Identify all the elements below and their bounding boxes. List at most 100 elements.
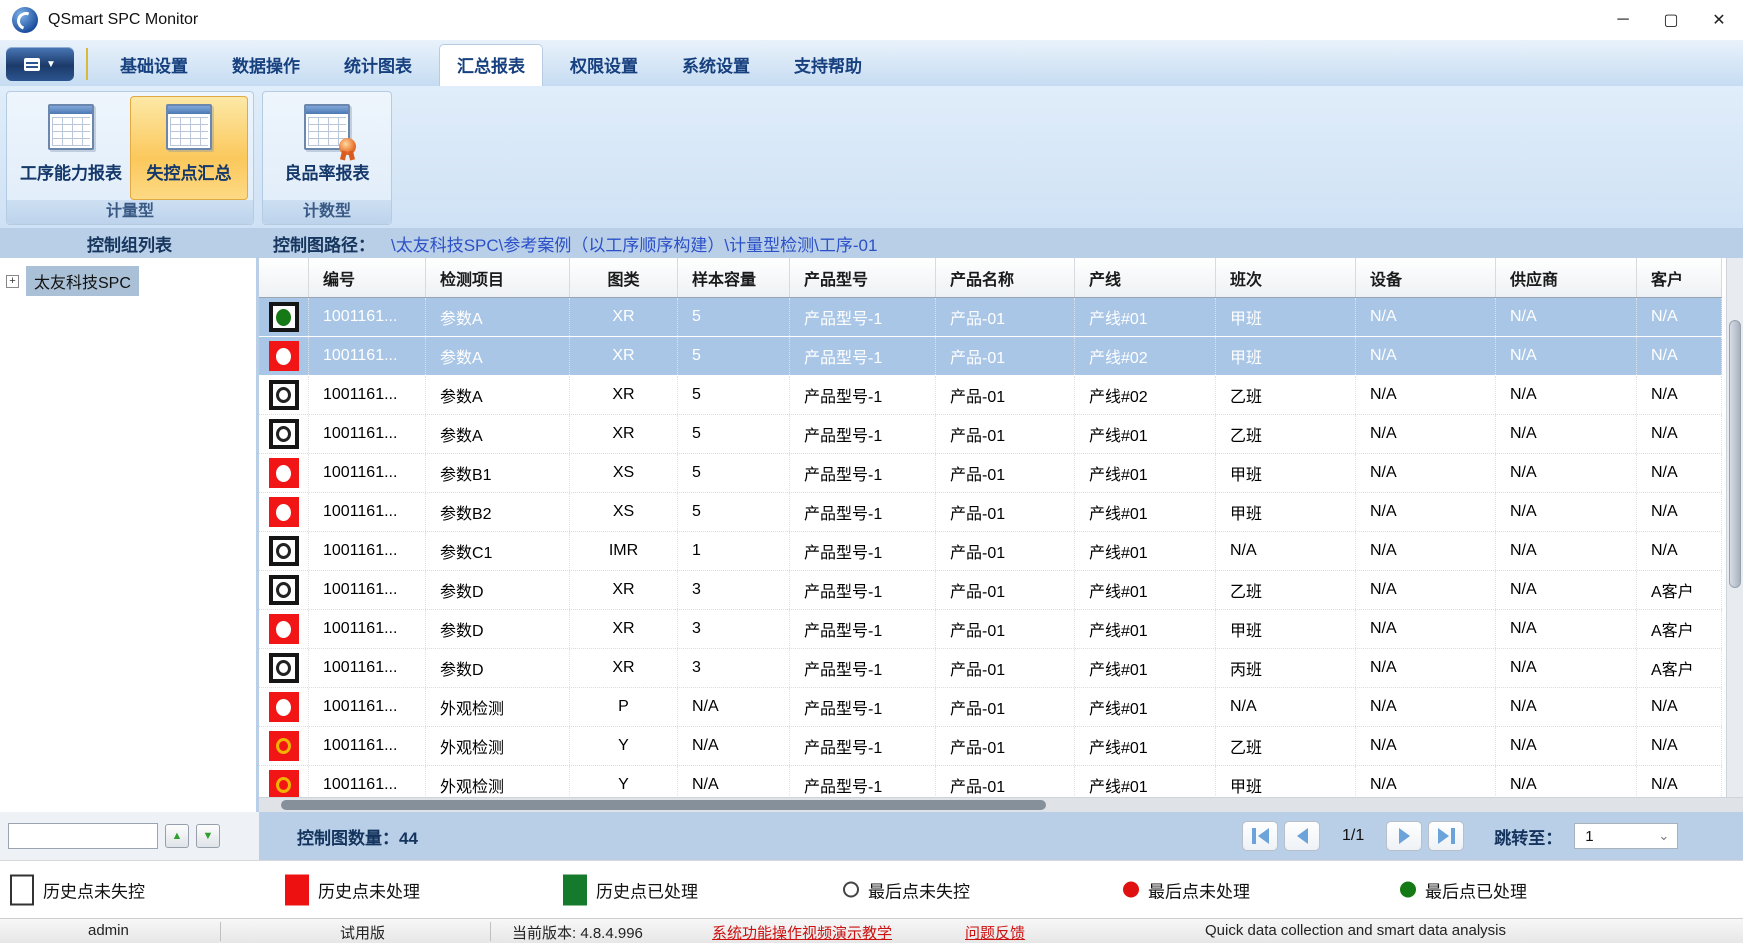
table-row[interactable]: 1001161...外观检测PN/A产品型号-1产品-01产线#01N/AN/A… [259, 688, 1722, 727]
column-header-产品名称[interactable]: 产品名称 [936, 258, 1075, 297]
cell-line: 产线#01 [1075, 454, 1216, 492]
cell-name: 产品-01 [936, 727, 1075, 765]
feedback-link[interactable]: 问题反馈 [965, 922, 1025, 943]
cell-supplier: N/A [1496, 298, 1637, 336]
search-down-button[interactable]: ▼ [196, 824, 220, 848]
video-tutorial-link[interactable]: 系统功能操作视频演示教学 [712, 922, 892, 943]
status-legend: 历史点未失控历史点未处理历史点已处理最后点未失控最后点未处理最后点已处理 [0, 860, 1743, 918]
table-row[interactable]: 1001161...参数C1IMR1产品型号-1产品-01产线#01N/AN/A… [259, 532, 1722, 571]
cell-icon [259, 727, 309, 765]
last-page-button[interactable] [1428, 821, 1464, 851]
maximize-button[interactable]: ▢ [1647, 0, 1695, 40]
table-row[interactable]: 1001161...参数AXR5产品型号-1产品-01产线#01乙班N/AN/A… [259, 415, 1722, 454]
tab-基础设置[interactable]: 基础设置 [103, 45, 205, 86]
cell-id: 1001161... [309, 727, 426, 765]
cell-shift: N/A [1216, 532, 1356, 570]
cell-shift: 乙班 [1216, 376, 1356, 414]
cell-item: 参数A [426, 415, 570, 453]
table-row[interactable]: 1001161...参数AXR5产品型号-1产品-01产线#02甲班N/AN/A… [259, 337, 1722, 376]
next-page-button[interactable] [1386, 821, 1422, 851]
cell-id: 1001161... [309, 610, 426, 648]
spreadsheet-icon [166, 104, 212, 150]
horizontal-scrollbar-thumb[interactable] [281, 800, 1046, 810]
tree-expand-icon[interactable]: + [6, 275, 19, 288]
slogan-text: Quick data collection and smart data ana… [1205, 922, 1506, 939]
ribbon-button-label: 失控点汇总 [147, 159, 232, 184]
column-header-检测项目[interactable]: 检测项目 [426, 258, 570, 297]
cell-device: N/A [1356, 727, 1496, 765]
tab-汇总报表[interactable]: 汇总报表 [439, 44, 543, 86]
cell-id: 1001161... [309, 298, 426, 336]
cell-shift: 甲班 [1216, 766, 1356, 797]
tab-数据操作[interactable]: 数据操作 [215, 45, 317, 86]
cell-shift: 甲班 [1216, 610, 1356, 648]
column-header-客户[interactable]: 客户 [1637, 258, 1722, 297]
app-menu-button[interactable]: ▼ [6, 47, 74, 81]
status-icon-white-hollow [269, 575, 299, 605]
column-header-班次[interactable]: 班次 [1216, 258, 1356, 297]
cell-id: 1001161... [309, 454, 426, 492]
minimize-button[interactable]: ─ [1599, 0, 1647, 40]
status-dot [276, 777, 291, 793]
tree-item-taiyou-spc[interactable]: + 太友科技SPC [0, 266, 256, 296]
ribbon: 工序能力报表失控点汇总计量型良品率报表计数型 [0, 86, 1743, 228]
cell-shift: 乙班 [1216, 415, 1356, 453]
column-header-编号[interactable]: 编号 [309, 258, 426, 297]
cell-id: 1001161... [309, 649, 426, 687]
tab-支持帮助[interactable]: 支持帮助 [777, 45, 879, 86]
status-icon-white-hollow [269, 380, 299, 410]
status-icon-white-hollow [269, 653, 299, 683]
table-body: 1001161...参数AXR5产品型号-1产品-01产线#01甲班N/AN/A… [259, 298, 1722, 797]
cell-line: 产线#01 [1075, 766, 1216, 797]
version-label: 当前版本: 4.8.4.996 [512, 922, 643, 943]
ribbon-button-工序能力报表[interactable]: 工序能力报表 [12, 96, 130, 200]
cell-chart: XR [570, 610, 678, 648]
tree-search-input[interactable] [8, 823, 158, 849]
cell-item: 参数D [426, 610, 570, 648]
first-page-icon [1252, 828, 1256, 844]
table-row[interactable]: 1001161...参数DXR3产品型号-1产品-01产线#01乙班N/AN/A… [259, 571, 1722, 610]
last-page-icon [1451, 828, 1455, 844]
horizontal-scrollbar[interactable] [259, 797, 1743, 812]
vertical-scrollbar[interactable] [1726, 258, 1743, 797]
table-row[interactable]: 1001161...参数AXR5产品型号-1产品-01产线#01甲班N/AN/A… [259, 298, 1722, 337]
column-header-设备[interactable]: 设备 [1356, 258, 1496, 297]
tab-统计图表[interactable]: 统计图表 [327, 45, 429, 86]
cell-chart: XR [570, 649, 678, 687]
cell-line: 产线#01 [1075, 493, 1216, 531]
table-row[interactable]: 1001161...参数DXR3产品型号-1产品-01产线#01丙班N/AN/A… [259, 649, 1722, 688]
cell-model: 产品型号-1 [790, 337, 936, 375]
legend-item: 最后点未失控 [843, 877, 970, 902]
cell-supplier: N/A [1496, 610, 1637, 648]
column-header-产品型号[interactable]: 产品型号 [790, 258, 936, 297]
cell-supplier: N/A [1496, 337, 1637, 375]
column-header-供应商[interactable]: 供应商 [1496, 258, 1637, 297]
table-row[interactable]: 1001161...外观检测YN/A产品型号-1产品-01产线#01乙班N/AN… [259, 727, 1722, 766]
chart-count-value: 44 [399, 829, 418, 848]
table-row[interactable]: 1001161...参数B2XS5产品型号-1产品-01产线#01甲班N/AN/… [259, 493, 1722, 532]
column-header-status[interactable] [259, 258, 309, 297]
jump-page-select[interactable]: 1 ⌄ [1574, 823, 1678, 849]
column-header-产线[interactable]: 产线 [1075, 258, 1216, 297]
legend-label: 最后点未处理 [1148, 877, 1250, 902]
cell-device: N/A [1356, 532, 1496, 570]
tab-权限设置[interactable]: 权限设置 [553, 45, 655, 86]
first-page-button[interactable] [1242, 821, 1278, 851]
prev-page-button[interactable] [1284, 821, 1320, 851]
column-header-图类[interactable]: 图类 [570, 258, 678, 297]
tab-系统设置[interactable]: 系统设置 [665, 45, 767, 86]
table-row[interactable]: 1001161...参数B1XS5产品型号-1产品-01产线#01甲班N/AN/… [259, 454, 1722, 493]
spreadsheet-icon [48, 104, 94, 150]
cell-device: N/A [1356, 298, 1496, 336]
column-header-样本容量[interactable]: 样本容量 [678, 258, 790, 297]
close-button[interactable]: ✕ [1695, 0, 1743, 40]
table-row[interactable]: 1001161...参数AXR5产品型号-1产品-01产线#02乙班N/AN/A… [259, 376, 1722, 415]
search-up-button[interactable]: ▲ [165, 824, 189, 848]
award-ribbon-icon [339, 138, 356, 155]
ribbon-button-良品率报表[interactable]: 良品率报表 [268, 96, 386, 200]
ribbon-button-失控点汇总[interactable]: 失控点汇总 [130, 96, 248, 200]
chevron-down-icon: ⌄ [1658, 833, 1669, 840]
table-row[interactable]: 1001161...参数DXR3产品型号-1产品-01产线#01甲班N/AN/A… [259, 610, 1722, 649]
table-row[interactable]: 1001161...外观检测YN/A产品型号-1产品-01产线#01甲班N/AN… [259, 766, 1722, 797]
vertical-scrollbar-thumb[interactable] [1729, 320, 1741, 588]
